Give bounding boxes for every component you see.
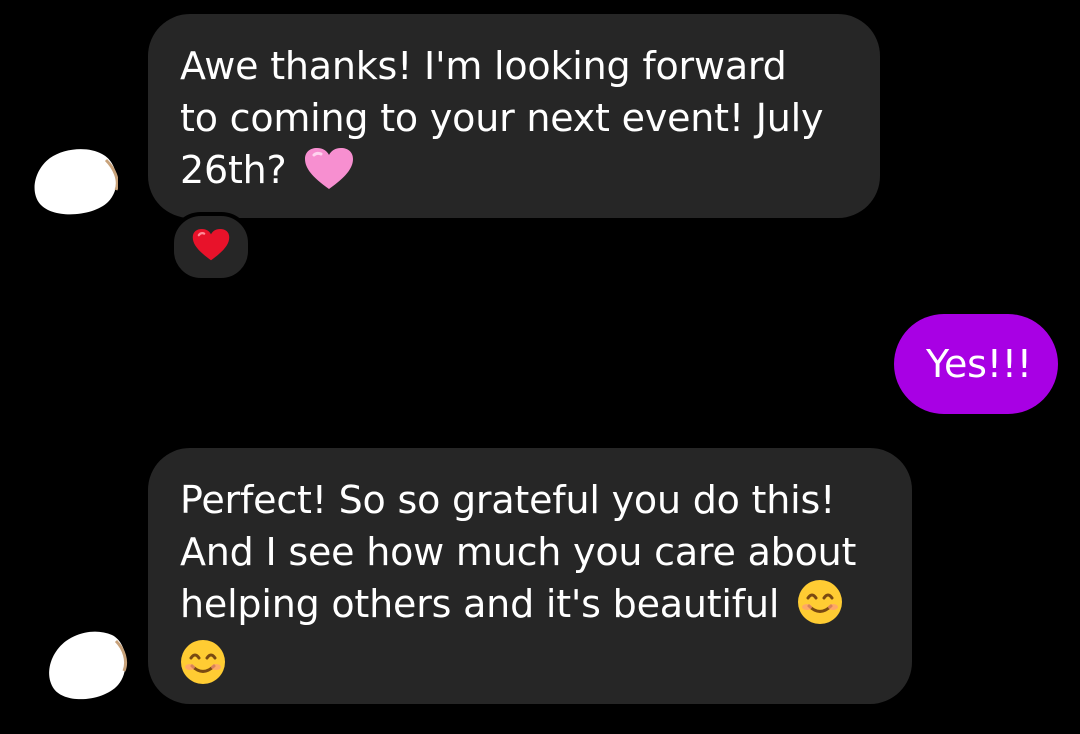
message-bubble-incoming[interactable]: Perfect! So so grateful you do this! And…: [148, 448, 912, 704]
message-text-line: Awe thanks! I'm looking forward: [180, 44, 787, 88]
message-bubble-outgoing[interactable]: Yes!!!: [894, 314, 1058, 414]
avatar[interactable]: [32, 140, 118, 218]
message-text-line: Yes!!!: [926, 342, 1032, 386]
avatar[interactable]: [46, 625, 132, 703]
message-text-line-with-emoji: helping others and it's beautiful: [180, 578, 880, 638]
message-text-line: helping others and it's beautiful: [180, 582, 780, 626]
message-text-line-with-emoji: 26th?: [180, 144, 848, 204]
smiling-face-icon: [180, 639, 226, 698]
message-text-line: 26th?: [180, 148, 287, 192]
message-text-line: And I see how much you care about: [180, 530, 857, 574]
message-text-line: to coming to your next event! July: [180, 96, 824, 140]
message-emoji-line: [180, 638, 880, 698]
message-thread: Awe thanks! I'm looking forward to comin…: [0, 0, 1080, 734]
message-reaction[interactable]: [170, 212, 252, 282]
red-heart-icon: [192, 228, 230, 266]
pink-heart-icon: [304, 147, 354, 204]
message-bubble-incoming[interactable]: Awe thanks! I'm looking forward to comin…: [148, 14, 880, 218]
message-text-line: Perfect! So so grateful you do this!: [180, 478, 836, 522]
smiling-face-icon: [797, 579, 843, 638]
